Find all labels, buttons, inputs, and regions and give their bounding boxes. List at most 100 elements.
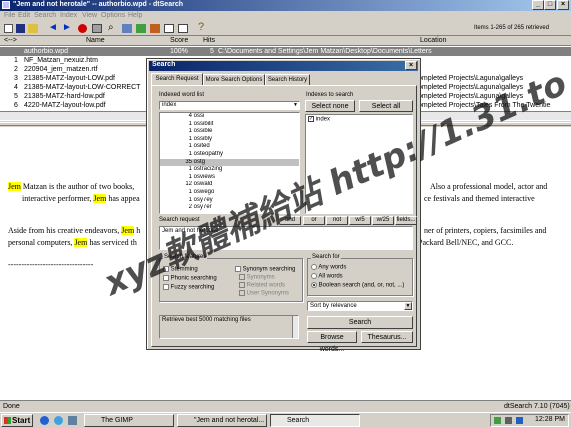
- word-filter-input[interactable]: index: [159, 101, 300, 110]
- fields-button[interactable]: fields...: [395, 216, 417, 225]
- row-name: 21385-MATZ-hard-low.pdf: [24, 93, 105, 100]
- hit-highlight[interactable]: Jem: [8, 182, 21, 191]
- thesaurus-button[interactable]: Thesaurus...: [361, 331, 413, 343]
- doc-line-2b: ce festivals and themed interactive: [424, 194, 535, 203]
- word-text: oswald: [193, 181, 213, 188]
- print-icon[interactable]: [92, 24, 102, 33]
- tab-search-request[interactable]: Search Request: [151, 73, 203, 85]
- synonym-checkbox[interactable]: Synonym searching: [235, 266, 295, 273]
- op-not-button[interactable]: not: [326, 216, 348, 225]
- col-hits[interactable]: Hits: [203, 37, 215, 44]
- menu-bar: File Edit Search Index View Options Help: [0, 11, 571, 21]
- menu-search[interactable]: Search: [34, 12, 56, 19]
- browse-words-button[interactable]: Browse words...: [307, 331, 357, 353]
- index-checkbox[interactable]: ✓: [308, 116, 314, 122]
- browse-icon[interactable]: [136, 24, 146, 33]
- word-text: ossibilit: [193, 120, 214, 127]
- close-button[interactable]: ×: [557, 0, 569, 10]
- tray-network-icon[interactable]: [494, 417, 501, 424]
- word-item[interactable]: 4 ossi: [160, 113, 299, 121]
- status-bar: Done dtSearch 7.10 (7045): [0, 400, 571, 412]
- index-item[interactable]: ✓ index: [306, 115, 412, 124]
- dropdown-arrow-icon[interactable]: ▼: [293, 102, 298, 108]
- checkbox-label: Synonyms: [246, 274, 275, 281]
- start-button[interactable]: Start: [1, 414, 33, 427]
- back-arrow-icon[interactable]: ◄: [48, 23, 58, 33]
- dialog-close-button[interactable]: ×: [405, 61, 417, 70]
- hit-highlight[interactable]: Jem: [93, 194, 107, 203]
- col-score[interactable]: Score: [170, 37, 188, 44]
- collapse-toggle[interactable]: <-->: [4, 37, 17, 44]
- sort-value: Sort by relevance: [310, 303, 357, 309]
- file-limit-box[interactable]: Retrieve best 5000 matching files: [159, 315, 299, 339]
- sort-select[interactable]: Sort by relevance ▼: [307, 301, 413, 311]
- view-icon[interactable]: [164, 24, 174, 33]
- window-title: "Jem and not herotale" -- authorbio.wpd …: [13, 1, 183, 8]
- search-button[interactable]: Search: [307, 316, 413, 329]
- stop-icon[interactable]: [78, 24, 87, 33]
- row-name: 220904_jem_matzen.rtf: [24, 66, 98, 73]
- any-words-radio[interactable]: Any words: [311, 264, 346, 271]
- search-icon[interactable]: ⌕: [108, 23, 114, 33]
- select-all-button[interactable]: Select all: [359, 100, 413, 112]
- dialog-titlebar: Search ×: [149, 61, 418, 71]
- menu-index[interactable]: Index: [60, 12, 77, 19]
- maximize-button[interactable]: □: [544, 0, 556, 10]
- options-icon[interactable]: [150, 24, 160, 33]
- table-row[interactable]: authorbio.wpd 100% 5 C:\Documents and Se…: [0, 47, 571, 56]
- tray-app-icon[interactable]: [516, 417, 523, 424]
- menu-help[interactable]: Help: [128, 12, 142, 19]
- task-label: The GIMP: [101, 417, 133, 424]
- quicklaunch-browser-icon[interactable]: [54, 416, 63, 425]
- all-words-radio[interactable]: All words: [311, 273, 343, 280]
- hit-highlight[interactable]: Jem: [74, 238, 88, 247]
- fuzzy-checkbox[interactable]: Fuzzy searching: [163, 284, 214, 291]
- word-item[interactable]: 1 ostracizing: [160, 166, 299, 174]
- tab-more-options[interactable]: More Search Options: [203, 74, 265, 85]
- layout-icon[interactable]: [178, 24, 188, 33]
- word-item[interactable]: 1 osited: [160, 143, 299, 151]
- checkbox-box: [239, 290, 245, 296]
- new-search-icon[interactable]: [4, 24, 13, 33]
- boolean-radio[interactable]: Boolean search (and, or, not, ...): [311, 282, 404, 289]
- word-count: 1: [188, 150, 192, 157]
- tray-volume-icon[interactable]: [505, 417, 512, 424]
- row-number: 5: [14, 93, 18, 100]
- col-name[interactable]: Name: [86, 37, 105, 44]
- minimize-button[interactable]: _: [532, 0, 544, 10]
- hit-highlight[interactable]: Jem: [121, 226, 135, 235]
- task-gimp[interactable]: The GIMP: [84, 414, 174, 427]
- select-none-button[interactable]: Select none: [305, 100, 355, 112]
- col-location[interactable]: Location: [420, 37, 446, 44]
- menu-view[interactable]: View: [82, 12, 97, 19]
- task-dtsearch[interactable]: "Jem and not herotal...: [177, 414, 267, 427]
- help-icon[interactable]: ?: [198, 22, 204, 33]
- index-icon[interactable]: [122, 24, 132, 33]
- synonyms-sub-checkbox[interactable]: Synonyms: [239, 274, 275, 281]
- app-icon: [2, 1, 10, 9]
- tab-search-history[interactable]: Search History: [265, 74, 310, 85]
- quicklaunch-ie-icon[interactable]: [40, 416, 49, 425]
- sort-dropdown-icon[interactable]: ▼: [404, 302, 412, 310]
- menu-options[interactable]: Options: [101, 12, 125, 19]
- open-icon[interactable]: [28, 24, 38, 33]
- word-item[interactable]: 1 ossibilit: [160, 121, 299, 129]
- related-words-checkbox[interactable]: Related words: [239, 282, 285, 289]
- task-search[interactable]: Search: [270, 414, 360, 427]
- radio-circle: [311, 273, 317, 279]
- forward-arrow-icon[interactable]: ►: [62, 23, 72, 33]
- quicklaunch-desktop-icon[interactable]: [68, 416, 77, 425]
- user-synonyms-checkbox[interactable]: User Synonyms: [239, 290, 289, 297]
- menu-file[interactable]: File: [4, 12, 15, 19]
- save-icon[interactable]: [16, 24, 25, 33]
- index-name: index: [315, 116, 331, 123]
- menu-edit[interactable]: Edit: [18, 12, 30, 19]
- word-item[interactable]: 1 ossibly: [160, 136, 299, 144]
- limit-scroll[interactable]: [292, 316, 298, 338]
- word-item-selected[interactable]: 35 ostg: [160, 158, 299, 167]
- clock[interactable]: 12:28 PM: [535, 416, 565, 423]
- op-w5-button[interactable]: w/5: [349, 216, 371, 225]
- word-item[interactable]: 1 osteopathy: [160, 151, 299, 159]
- op-w25-button[interactable]: w/25: [372, 216, 394, 225]
- word-item[interactable]: 1 ossible: [160, 128, 299, 136]
